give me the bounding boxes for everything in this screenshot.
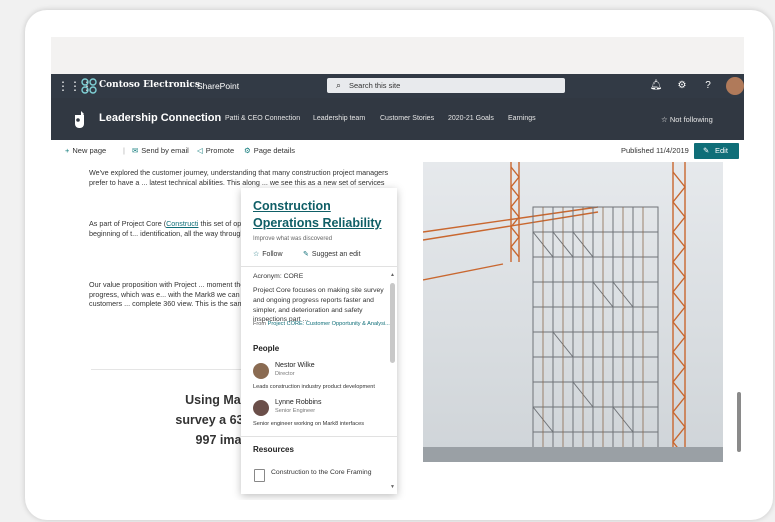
article-paragraph-1: We've explored the customer journey, und… — [89, 168, 389, 187]
nav-link-leadership-team[interactable]: Leadership team — [313, 115, 365, 122]
mail-icon: ✉ — [132, 146, 139, 155]
person-description: Leads construction industry product deve… — [253, 384, 375, 390]
topic-acronym: Acronym: CORE — [253, 273, 304, 280]
suggest-edit-button[interactable]: ✎ Suggest an edit — [303, 250, 361, 258]
bell-icon[interactable]: 🔔︎ — [649, 79, 663, 93]
resources-heading: Resources — [253, 445, 294, 454]
page-content: We've explored the customer journey, und… — [51, 162, 744, 500]
topic-link[interactable]: Constructi — [166, 219, 198, 228]
app-launcher-icon[interactable]: ⋮⋮⋮ — [57, 79, 93, 93]
document-icon — [254, 469, 265, 482]
megaphone-icon: ◁ — [197, 146, 203, 155]
page-scrollbar[interactable] — [737, 392, 741, 452]
construction-photo — [423, 162, 723, 462]
star-icon: ☆ — [661, 115, 670, 124]
settings-icon: ⚙ — [244, 146, 251, 155]
device-frame: ⋮⋮⋮ Contoso Electronics SharePoint ⌕ Sea… — [25, 10, 773, 520]
suite-bar: ⋮⋮⋮ Contoso Electronics SharePoint ⌕ Sea… — [51, 74, 744, 98]
person-name[interactable]: Nestor Wilke — [275, 362, 315, 369]
person-description: Senior engineer working on Mark8 interfa… — [253, 421, 365, 427]
send-email-label: Send by email — [141, 146, 189, 155]
search-icon: ⌕ — [336, 80, 342, 90]
paragraph-2-start: As part of Project Core ( — [89, 219, 167, 228]
nav-link-patti-ceo[interactable]: Patti & CEO Connection — [225, 115, 300, 122]
brand-name[interactable]: Contoso Electronics — [99, 80, 200, 90]
new-page-button[interactable]: + New page — [65, 146, 106, 155]
contoso-logo-icon — [81, 78, 97, 94]
follow-button[interactable]: ☆ Not following — [661, 115, 713, 124]
scroll-down-icon[interactable]: ▼ — [390, 484, 395, 490]
edit-button[interactable]: ✎ Edit — [694, 143, 739, 159]
topic-follow-button[interactable]: ☆ Follow — [253, 250, 283, 258]
follow-label: Not following — [669, 115, 713, 124]
avatar[interactable] — [253, 363, 269, 379]
avatar[interactable] — [253, 400, 269, 416]
source-label: From — [253, 321, 267, 327]
card-divider — [241, 266, 397, 267]
published-date: Published 11/4/2019 — [621, 146, 689, 155]
nav-link-goals[interactable]: 2020-21 Goals — [448, 115, 494, 122]
plus-icon: + — [65, 146, 70, 155]
topic-description: Project Core focuses on making site surv… — [253, 287, 384, 324]
star-icon: ☆ — [253, 251, 260, 258]
scroll-up-icon[interactable]: ▲ — [390, 272, 395, 278]
site-logo-icon — [75, 111, 84, 128]
send-email-button[interactable]: ✉ Send by email — [132, 146, 189, 155]
browser-screen: ⋮⋮⋮ Contoso Electronics SharePoint ⌕ Sea… — [51, 37, 744, 500]
nav-link-customer-stories[interactable]: Customer Stories — [380, 115, 434, 122]
person-name[interactable]: Lynne Robbins — [275, 399, 321, 406]
topic-source: From Project CORE: Customer Opportunity … — [253, 321, 390, 327]
edit-label: Edit — [715, 146, 728, 155]
help-icon[interactable]: ? — [701, 79, 715, 93]
avatar[interactable] — [726, 77, 744, 95]
new-page-label: New page — [72, 146, 107, 155]
topic-card: Construction Operations Reliability Impr… — [241, 188, 397, 494]
suggest-edit-label: Suggest an edit — [311, 251, 361, 258]
person-role: Director — [275, 371, 295, 377]
source-link[interactable]: Project CORE: Customer Opportunity & Ana… — [268, 321, 390, 327]
person-role: Senior Engineer — [275, 408, 316, 414]
people-heading: People — [253, 344, 280, 353]
promote-label: Promote — [205, 146, 235, 155]
pencil-icon: ✎ — [703, 146, 710, 155]
topic-title[interactable]: Construction Operations Reliability — [253, 198, 393, 232]
command-bar: + New page | ✉ Send by email ◁ Promote ⚙ Pag… — [51, 140, 744, 163]
pencil-icon: ✎ — [303, 251, 309, 258]
search-input[interactable]: ⌕ Search this site — [327, 78, 565, 93]
site-header: Leadership Connection Patti & CEO Connec… — [51, 98, 744, 140]
page-details-button[interactable]: ⚙ Page details — [244, 146, 295, 155]
card-divider — [241, 436, 397, 437]
promote-button[interactable]: ◁ Promote — [197, 146, 234, 155]
nav-link-earnings[interactable]: Earnings — [508, 115, 536, 122]
topic-follow-label: Follow — [262, 251, 283, 258]
search-placeholder: Search this site — [349, 81, 401, 90]
gear-icon[interactable]: ⚙ — [675, 79, 689, 93]
page-details-label: Page details — [253, 146, 296, 155]
site-title[interactable]: Leadership Connection — [99, 112, 221, 124]
topic-subtitle: Improve what was discovered — [253, 236, 333, 242]
command-separator: | — [123, 146, 125, 155]
resource-item[interactable]: Construction to the Core Framing — [271, 469, 372, 476]
card-scrollbar[interactable] — [390, 283, 395, 363]
app-name[interactable]: SharePoint — [197, 81, 239, 91]
